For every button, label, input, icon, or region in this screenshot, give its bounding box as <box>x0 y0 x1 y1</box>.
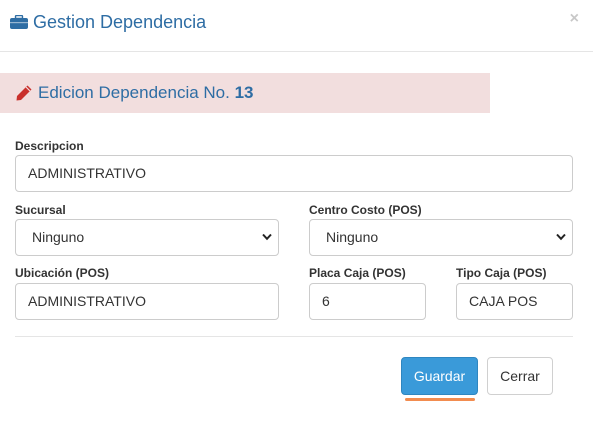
sucursal-select[interactable]: Ninguno <box>15 219 279 256</box>
sucursal-label: Sucursal <box>15 203 66 217</box>
edit-banner: Edicion Dependencia No. 13 <box>0 73 490 113</box>
descripcion-input[interactable]: ADMINISTRATIVO <box>15 155 573 192</box>
banner-title: Edicion Dependencia No. 13 <box>38 83 254 103</box>
ubicacion-input[interactable]: ADMINISTRATIVO <box>15 283 279 320</box>
placa-caja-input[interactable]: 6 <box>309 283 426 320</box>
centro-costo-select[interactable]: Ninguno <box>309 219 573 256</box>
modal-dialog: Gestion Dependencia × Edicion Dependenci… <box>0 0 593 441</box>
banner-title-text: Edicion Dependencia No. <box>38 83 230 102</box>
close-icon[interactable]: × <box>570 10 579 28</box>
focus-indicator <box>405 398 475 401</box>
tipo-caja-input[interactable]: CAJA POS <box>456 283 573 320</box>
briefcase-icon <box>10 15 28 29</box>
chevron-down-icon <box>556 233 566 241</box>
centro-costo-selected-value: Ninguno <box>326 229 379 245</box>
descripcion-label: Descripcion <box>15 139 84 153</box>
placa-caja-label: Placa Caja (POS) <box>309 266 406 280</box>
dependencia-number: 13 <box>234 83 254 102</box>
close-button[interactable]: Cerrar <box>487 357 553 395</box>
tipo-caja-label: Tipo Caja (POS) <box>456 266 547 280</box>
modal-header: Gestion Dependencia × <box>0 0 593 52</box>
save-button[interactable]: Guardar <box>401 357 478 395</box>
centro-costo-label: Centro Costo (POS) <box>309 203 422 217</box>
pencil-icon <box>16 85 32 101</box>
chevron-down-icon <box>262 233 272 241</box>
ubicacion-label: Ubicación (POS) <box>15 266 110 280</box>
sucursal-selected-value: Ninguno <box>32 229 85 245</box>
modal-title: Gestion Dependencia <box>33 12 207 32</box>
footer-divider <box>15 336 573 337</box>
